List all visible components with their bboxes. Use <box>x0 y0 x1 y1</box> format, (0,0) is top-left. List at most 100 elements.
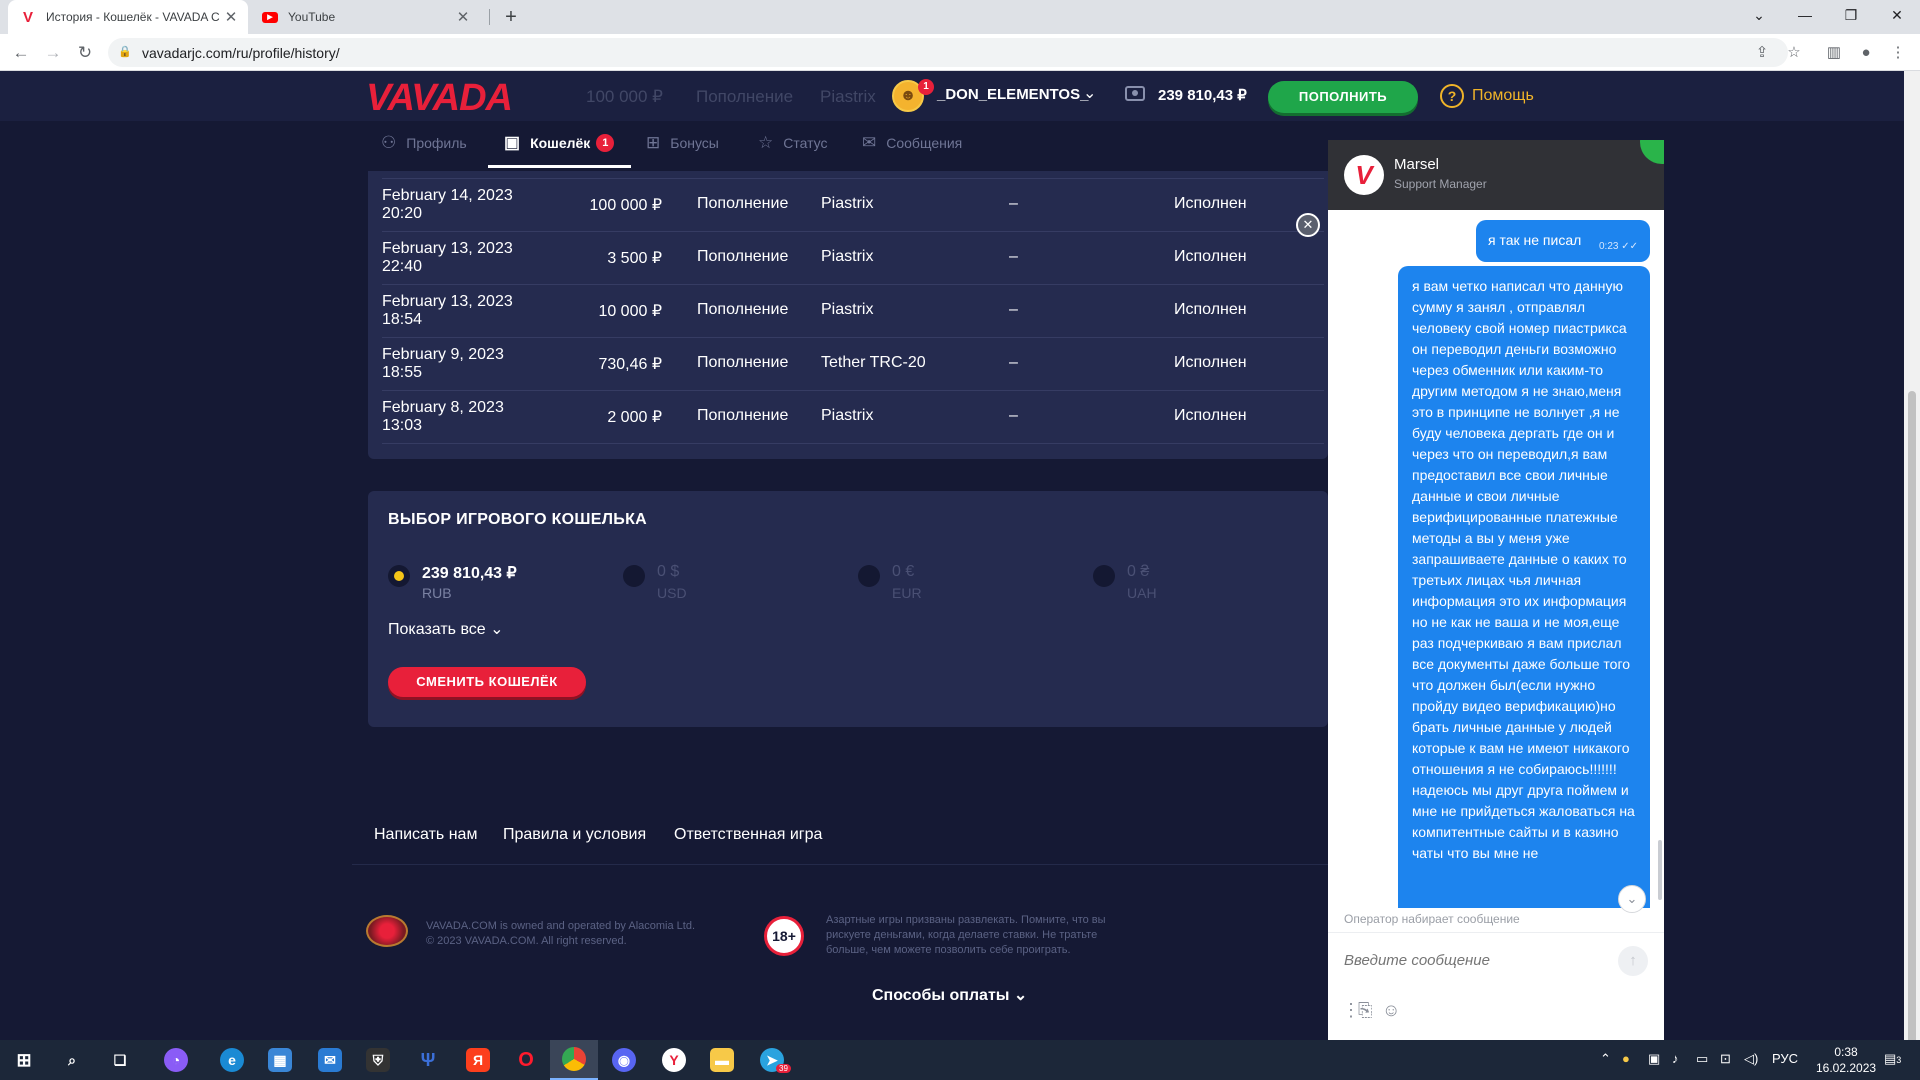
close-tab-icon[interactable]: ✕ <box>220 8 242 26</box>
page-scrollbar[interactable] <box>1904 71 1920 1051</box>
emoji-icon[interactable]: ☺ <box>1382 1000 1400 1021</box>
footer-link-terms[interactable]: Правила и условия <box>503 826 646 844</box>
scrollbar-thumb[interactable] <box>1908 391 1916 1051</box>
site-viewport: VAVADA 100 000 ₽ Пополнение Piastrix ☻ 1… <box>0 71 1904 1040</box>
task-view-button[interactable]: ❏ <box>96 1040 144 1080</box>
show-all-button[interactable]: Показать все ⌄ <box>388 619 504 639</box>
start-button[interactable]: ⊞ <box>0 1040 48 1080</box>
table-row[interactable]: February 13, 2023 22:40 3 500 ₽ Пополнени… <box>382 232 1324 285</box>
forward-button[interactable]: → <box>40 40 66 66</box>
tray-chevron-icon[interactable]: ⌃ <box>1600 1051 1611 1067</box>
close-window-button[interactable]: ✕ <box>1874 0 1920 30</box>
row-amount: 3 500 ₽ <box>607 250 662 267</box>
row-amount: 730,46 ₽ <box>598 356 662 373</box>
footer-emblem-icon <box>366 915 408 947</box>
table-row[interactable]: February 9, 2023 18:55 730,46 ₽ Пополнени… <box>382 338 1324 391</box>
taskbar-edge[interactable]: e <box>208 1040 256 1080</box>
row-method: Piastrix <box>821 301 874 318</box>
username[interactable]: _DON_ELEMENTOS_ <box>937 86 1088 103</box>
tab-status[interactable]: ☆ Статус <box>758 121 828 165</box>
taskbar-app-crest[interactable]: Ψ <box>404 1040 452 1080</box>
row-dash: – <box>1009 248 1018 265</box>
gift-icon: ⊞ <box>646 133 661 152</box>
taskbar-chrome[interactable] <box>550 1040 598 1080</box>
footer-link-contact[interactable]: Написать нам <box>374 826 477 844</box>
taskbar-app-shield[interactable]: ⛨ <box>354 1040 402 1080</box>
new-tab-button[interactable]: + <box>498 4 524 30</box>
tray-device-icon[interactable]: ▣ <box>1648 1051 1660 1067</box>
minimize-button[interactable]: — <box>1782 0 1828 30</box>
share-icon[interactable]: ⇪ <box>1752 43 1772 63</box>
network-icon[interactable]: ⊡ <box>1720 1051 1731 1067</box>
active-tab-indicator <box>488 165 631 168</box>
restore-button[interactable]: ❐ <box>1828 0 1874 30</box>
table-row[interactable]: February 14, 2023 20:20 100 000 ₽ Пополне… <box>382 179 1324 232</box>
tab-label: Бонусы <box>670 135 719 151</box>
volume-icon[interactable]: ◁) <box>1744 1051 1758 1067</box>
table-row[interactable]: February 8, 2023 13:03 2 000 ₽ Пополнение… <box>382 391 1324 444</box>
profile-icon[interactable]: ● <box>1856 43 1876 63</box>
tray-display-icon[interactable]: ▭ <box>1696 1051 1708 1067</box>
side-panel-icon[interactable]: ▥ <box>1824 43 1844 63</box>
taskbar-yandex-browser[interactable]: Y <box>650 1040 698 1080</box>
microphone-icon[interactable]: ♪ <box>1672 1051 1679 1066</box>
radio-selected-icon[interactable] <box>388 565 410 587</box>
chat-scrollbar[interactable] <box>1658 840 1662 900</box>
taskbar-store[interactable]: ▦ <box>256 1040 304 1080</box>
row-type: Пополнение <box>697 195 789 212</box>
notifications-icon[interactable]: ▤3 <box>1884 1051 1901 1067</box>
tab-youtube[interactable]: ▶ YouTube ✕ <box>250 0 480 34</box>
wallet-icon <box>1125 86 1145 101</box>
taskbar-alice[interactable]: ◔ <box>152 1040 200 1080</box>
payment-methods-toggle[interactable]: Способы оплаты ⌄ <box>872 985 1027 1005</box>
row-type: Пополнение <box>697 407 789 424</box>
taskbar-explorer[interactable]: ▬ <box>698 1040 746 1080</box>
browser-menu-icon[interactable]: ⋮ <box>1888 43 1908 63</box>
row-method: Piastrix <box>821 248 874 265</box>
back-button[interactable]: ← <box>8 40 34 66</box>
tab-label: Сообщения <box>886 135 963 151</box>
taskbar-telegram[interactable]: ➤ 39 <box>748 1040 796 1080</box>
close-tab-icon[interactable]: ✕ <box>452 8 474 26</box>
taskbar-opera[interactable]: O <box>502 1040 550 1080</box>
address-bar[interactable]: 🔒 vavadarjc.com/ru/profile/history/ <box>108 38 1788 67</box>
row-status: Исполнен <box>1174 301 1247 318</box>
browser-tabstrip: V История - Кошелёк - VAVADA C ✕ ▶ YouTu… <box>0 0 1920 34</box>
taskbar-discord[interactable]: ◉ <box>600 1040 648 1080</box>
tab-messages[interactable]: ✉ Сообщения <box>862 121 962 165</box>
radio-icon[interactable] <box>1093 565 1115 587</box>
help-icon[interactable]: ? <box>1440 84 1464 108</box>
chevron-down-icon[interactable]: ⌄ <box>1083 83 1096 103</box>
yandex-browser-icon: Y <box>662 1048 686 1072</box>
row-amount: 2 000 ₽ <box>607 409 662 426</box>
row-date: February 8, 2023 13:03 <box>382 399 504 434</box>
clock[interactable]: 0:38 16.02.2023 <box>1816 1044 1876 1076</box>
tray-app-icon[interactable]: ● <box>1622 1051 1630 1066</box>
radio-icon[interactable] <box>623 565 645 587</box>
taskbar-yandex[interactable]: Я <box>454 1040 502 1080</box>
scroll-down-button[interactable]: ⌄ <box>1618 885 1646 913</box>
tab-search-icon[interactable]: ⌄ <box>1736 0 1782 30</box>
tab-wallet[interactable]: ▣ Кошелёк 1 <box>504 121 615 165</box>
attach-icon[interactable]: ⎘ <box>1358 1000 1372 1021</box>
vavada-logo[interactable]: VAVADA <box>366 77 513 120</box>
deposit-button[interactable]: ПОПОЛНИТЬ <box>1268 81 1418 113</box>
reload-button[interactable]: ↻ <box>72 40 98 66</box>
taskbar-mail[interactable]: ✉ <box>306 1040 354 1080</box>
help-link[interactable]: Помощь <box>1472 87 1534 105</box>
tab-title: YouTube <box>288 10 336 24</box>
chat-close-button[interactable]: ✕ <box>1296 213 1320 237</box>
tab-vavada[interactable]: V История - Кошелёк - VAVADA C ✕ <box>8 0 248 34</box>
radio-icon[interactable] <box>858 565 880 587</box>
tab-bonuses[interactable]: ⊞ Бонусы <box>646 121 719 165</box>
send-button[interactable]: ↑ <box>1618 946 1648 976</box>
footer-link-responsible[interactable]: Ответственная игра <box>674 826 822 844</box>
chat-message-input[interactable] <box>1344 952 1604 969</box>
language-indicator[interactable]: РУС <box>1772 1051 1798 1066</box>
bookmark-star-icon[interactable]: ☆ <box>1784 43 1804 63</box>
change-wallet-button[interactable]: СМЕНИТЬ КОШЕЛЁК <box>388 667 586 697</box>
tab-profile[interactable]: ⚇ Профиль <box>381 121 467 165</box>
search-button[interactable]: ⌕ <box>48 1040 96 1080</box>
yandex-icon: Я <box>466 1048 490 1072</box>
table-row[interactable]: February 13, 2023 18:54 10 000 ₽ Пополнен… <box>382 285 1324 338</box>
